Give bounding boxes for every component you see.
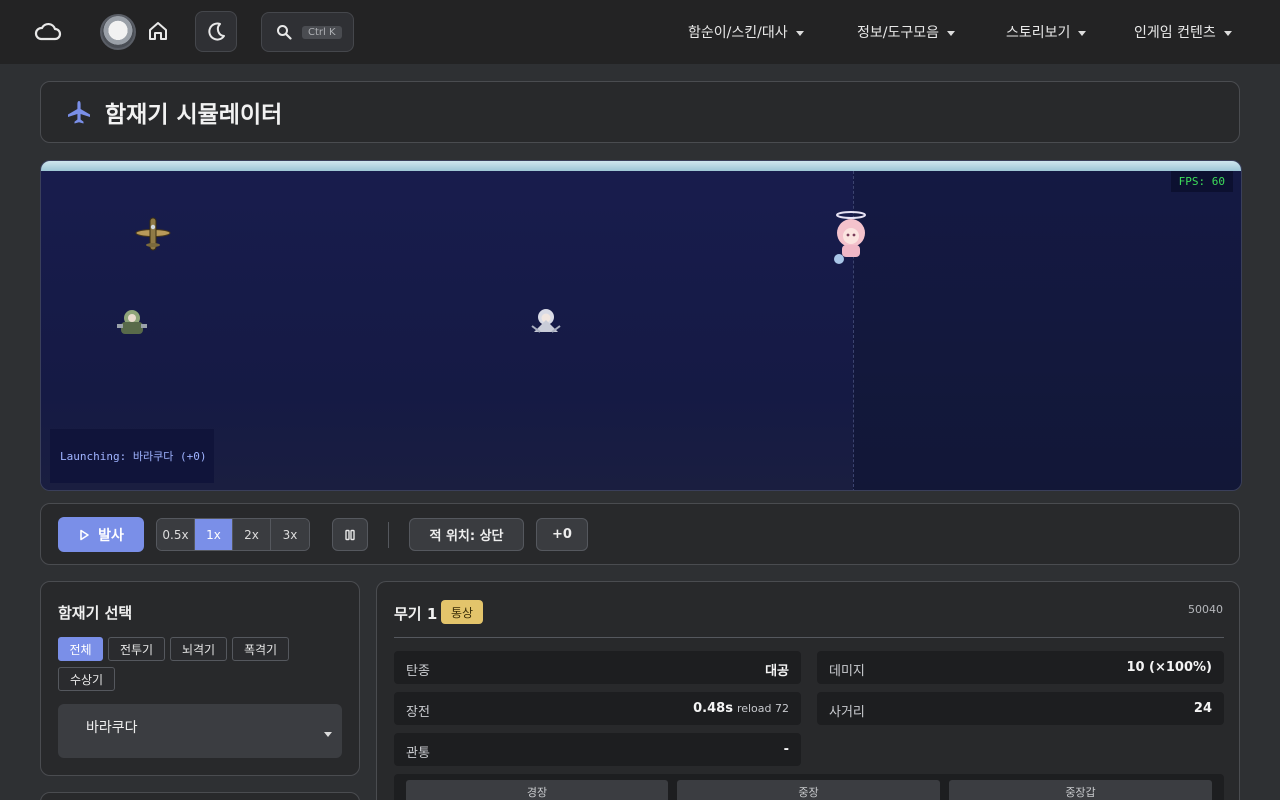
- speed-3x-button[interactable]: 3x: [271, 519, 309, 550]
- menu-ingame[interactable]: 인게임 컨텐츠: [1134, 22, 1232, 42]
- chevron-down-icon: [324, 732, 332, 737]
- ship-sprite-ally: [117, 310, 147, 334]
- weapon-type-badge: 통상: [441, 600, 484, 624]
- aircraft-sprite: [135, 217, 171, 251]
- reload-note: reload 72: [736, 702, 789, 715]
- stat-reload: 장전 0.48s reload 72: [394, 692, 801, 725]
- moon-icon: [208, 22, 225, 40]
- fire-label: 발사: [98, 527, 124, 544]
- stat-label: 탄종: [406, 664, 430, 679]
- stat-range: 사거리 24: [817, 692, 1224, 725]
- top-nav: Ctrl K 함순이/스킨/대사 정보/도구모음 스토리보기 인게임 컨텐츠: [0, 0, 1280, 64]
- stat-value: -: [783, 742, 789, 757]
- avatar[interactable]: [100, 14, 136, 50]
- filter-bomber[interactable]: 폭격기: [232, 637, 289, 661]
- speed-selector: 0.5x 1x 2x 3x: [156, 518, 310, 551]
- stat-label: 관통: [406, 746, 430, 761]
- pause-icon: [345, 529, 355, 540]
- stat-value: 대공: [765, 664, 789, 679]
- menu-ships[interactable]: 함순이/스킨/대사: [688, 22, 804, 42]
- menu-tools[interactable]: 정보/도구모음: [857, 22, 955, 42]
- speed-1x-button[interactable]: 1x: [195, 519, 233, 550]
- launch-status: Launching: 바라쿠다 (+0): [50, 429, 214, 483]
- stat-value: 24: [1193, 701, 1212, 716]
- enemy-ship-sprite: [834, 211, 866, 264]
- aircraft-select-panel: 함재기 선택 전체 전투기 뇌격기 폭격기 수상기 바라쿠다: [40, 581, 360, 776]
- home-icon[interactable]: [146, 19, 170, 43]
- search-shortcut: Ctrl K: [302, 25, 342, 39]
- chevron-down-icon: [795, 30, 804, 36]
- controls-bar: 발사 0.5x 1x 2x 3x 적 위치: 상단 +0: [40, 503, 1240, 565]
- chevron-down-icon: [1223, 30, 1232, 36]
- filter-torpedo[interactable]: 뇌격기: [170, 637, 227, 661]
- weapon-title: 무기 1: [394, 605, 438, 623]
- weapon-panel: 무기 1 통상 50040 탄종 대공 데미지 10 (×100%) 장전 0.…: [376, 581, 1240, 800]
- cloud-icon[interactable]: [34, 20, 62, 44]
- menu-label: 함순이/스킨/대사: [688, 25, 788, 41]
- secondary-panel: [40, 792, 360, 800]
- search-button[interactable]: Ctrl K: [261, 12, 354, 52]
- search-icon: [277, 25, 292, 40]
- fire-button[interactable]: 발사: [58, 517, 144, 552]
- chevron-down-icon: [947, 30, 955, 36]
- filter-fighter[interactable]: 전투기: [108, 637, 165, 661]
- enhance-level-button[interactable]: +0: [536, 518, 588, 551]
- menu-label: 인게임 컨텐츠: [1134, 25, 1216, 41]
- weapon-id: 50040: [1188, 603, 1223, 616]
- sky-strip: [41, 161, 1241, 171]
- stat-pierce: 관통 -: [394, 733, 801, 766]
- play-icon: [80, 529, 89, 540]
- stat-value: 10 (×100%): [1126, 660, 1212, 675]
- battlefield-enemy-zone: [853, 171, 1241, 490]
- divider: [388, 522, 389, 548]
- armor-header-light: 경장: [406, 780, 668, 800]
- enemy-position-button[interactable]: 적 위치: 상단: [409, 518, 524, 551]
- ship-sprite-center: [531, 309, 561, 333]
- stat-label: 사거리: [829, 705, 865, 720]
- stat-damage: 데미지 10 (×100%): [817, 651, 1224, 684]
- stat-value: 0.48s reload 72: [693, 701, 789, 716]
- speed-0-5x-button[interactable]: 0.5x: [157, 519, 195, 550]
- plane-icon: [68, 101, 90, 124]
- menu-label: 정보/도구모음: [857, 25, 939, 41]
- simulator-canvas[interactable]: FPS: 60 Launching: 바라쿠다 (+0): [40, 160, 1242, 491]
- page-title: 함재기 시뮬레이터: [105, 102, 283, 128]
- menu-story[interactable]: 스토리보기: [1006, 22, 1087, 42]
- page-header: 함재기 시뮬레이터: [40, 81, 1240, 143]
- panel-heading: 함재기 선택: [58, 604, 133, 622]
- speed-2x-button[interactable]: 2x: [233, 519, 271, 550]
- armor-header-heavy: 중장갑: [949, 780, 1212, 800]
- filter-all[interactable]: 전체: [58, 637, 103, 661]
- stat-label: 데미지: [829, 664, 865, 679]
- fps-counter: FPS: 60: [1170, 171, 1233, 192]
- reload-time: 0.48s: [693, 701, 733, 716]
- pause-button[interactable]: [332, 518, 368, 551]
- stat-label: 장전: [406, 705, 430, 720]
- selected-aircraft: 바라쿠다: [86, 720, 138, 736]
- theme-toggle-button[interactable]: [195, 11, 237, 52]
- chevron-down-icon: [1078, 30, 1087, 36]
- divider: [394, 637, 1224, 638]
- filter-seaplane[interactable]: 수상기: [58, 667, 115, 691]
- aircraft-dropdown[interactable]: 바라쿠다: [58, 704, 342, 758]
- armor-header-medium: 중장: [677, 780, 940, 800]
- menu-label: 스토리보기: [1006, 25, 1071, 41]
- stat-ammo: 탄종 대공: [394, 651, 801, 684]
